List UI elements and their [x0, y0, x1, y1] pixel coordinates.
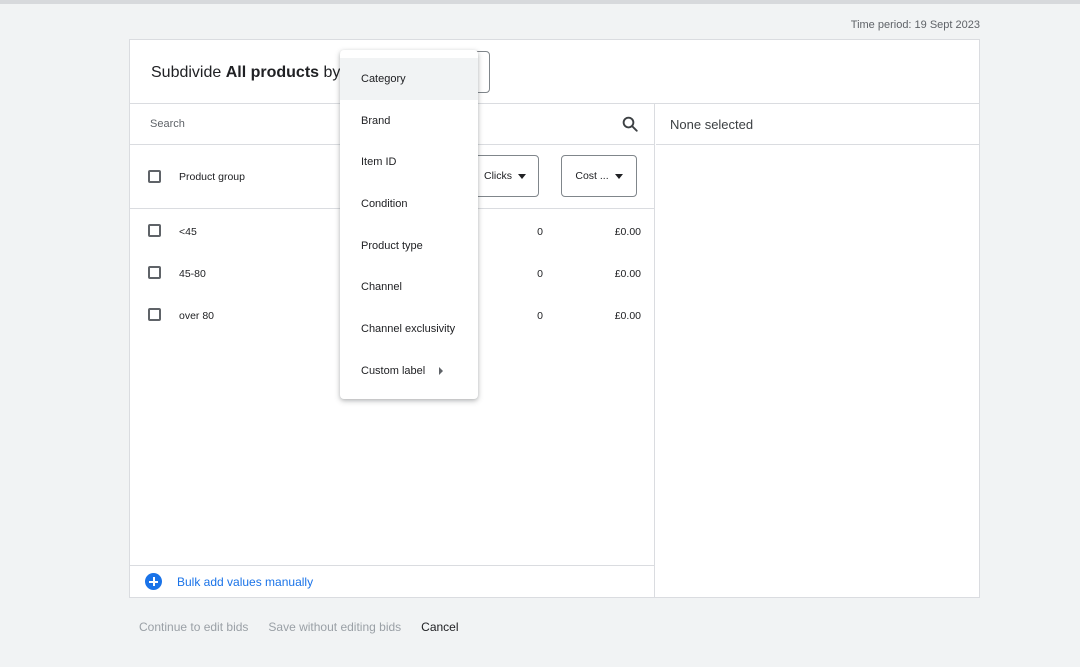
menu-item-label: Channel — [361, 281, 402, 294]
time-period-label: Time period: 19 Sept 2023 — [850, 19, 980, 31]
top-divider — [0, 0, 1080, 4]
menu-item-label: Condition — [361, 197, 408, 210]
cost-cell: £0.00 — [614, 310, 641, 322]
selected-pane: None selected — [656, 104, 979, 598]
menu-item-channel[interactable]: Channel — [340, 266, 478, 308]
cost-cell: £0.00 — [614, 226, 641, 238]
cancel-button[interactable]: Cancel — [421, 620, 458, 634]
bulk-add-link[interactable]: Bulk add values manually — [177, 575, 313, 589]
chevron-down-icon — [614, 173, 623, 179]
cost-column-button[interactable]: Cost ... — [561, 155, 637, 197]
menu-item-label: Category — [361, 72, 406, 85]
menu-item-label: Product type — [361, 239, 423, 252]
subdivide-target: All products — [225, 64, 320, 81]
menu-item-label: Brand — [361, 114, 391, 127]
row-checkbox[interactable] — [148, 224, 161, 237]
subdivide-panel: Subdivide All products by: Product group… — [129, 39, 980, 598]
product-group-header: Product group — [179, 171, 245, 183]
row-checkbox[interactable] — [148, 266, 161, 279]
menu-item-label: Channel exclusivity — [361, 322, 456, 335]
subdivide-prefix: Subdivide — [151, 64, 226, 81]
add-circle-icon[interactable] — [145, 573, 162, 590]
product-group-cell: over 80 — [179, 310, 215, 322]
clicks-column-button[interactable]: Clicks — [471, 155, 539, 197]
bulk-add-row: Bulk add values manually — [130, 565, 655, 598]
continue-to-edit-bids-button[interactable]: Continue to edit bids — [139, 620, 248, 634]
clicks-cell: 0 — [537, 226, 543, 238]
product-group-cell: <45 — [179, 226, 197, 238]
clicks-cell: 0 — [537, 310, 543, 322]
cost-column-label: Cost ... — [575, 170, 609, 182]
panel-header: Subdivide All products by: — [130, 40, 979, 104]
clicks-cell: 0 — [537, 268, 543, 280]
select-all-checkbox[interactable] — [148, 170, 161, 183]
product-group-cell: 45-80 — [179, 268, 206, 280]
menu-item-product-type[interactable]: Product type — [340, 225, 478, 267]
clicks-column-label: Clicks — [484, 170, 512, 182]
menu-item-item-id[interactable]: Item ID — [340, 141, 478, 183]
subdivide-title: Subdivide All products by: — [151, 64, 345, 82]
row-checkbox[interactable] — [148, 308, 161, 321]
none-selected-label: None selected — [656, 104, 979, 145]
menu-item-condition[interactable]: Condition — [340, 183, 478, 225]
menu-item-category[interactable]: Category — [340, 58, 478, 100]
chevron-right-icon — [439, 366, 444, 375]
menu-item-brand[interactable]: Brand — [340, 100, 478, 142]
footer-actions: Continue to edit bids Save without editi… — [139, 620, 459, 634]
menu-item-label: Item ID — [361, 156, 397, 169]
menu-item-custom-label[interactable]: Custom label — [340, 350, 478, 392]
chevron-down-icon — [518, 173, 526, 179]
menu-item-label: Custom label — [361, 364, 426, 377]
search-icon[interactable] — [621, 115, 639, 133]
save-without-editing-bids-button[interactable]: Save without editing bids — [268, 620, 401, 634]
menu-item-channel-exclusivity[interactable]: Channel exclusivity — [340, 308, 478, 350]
subdivide-dropdown-menu: Category Brand Item ID Condition Product… — [340, 50, 478, 399]
cost-cell: £0.00 — [614, 268, 641, 280]
